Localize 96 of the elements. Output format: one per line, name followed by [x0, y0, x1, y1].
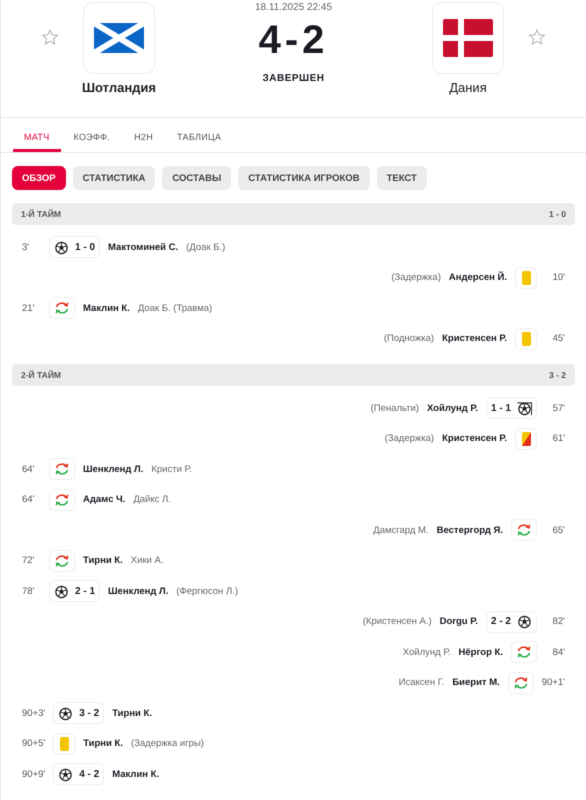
event-note: Доак Б. (Травма) [138, 302, 212, 314]
substitution-icon [54, 554, 70, 568]
star-icon[interactable] [528, 28, 546, 46]
flag-icon [442, 19, 493, 57]
event-note: (Доак Б.) [186, 242, 226, 253]
team-logo[interactable] [432, 2, 504, 74]
tab[interactable]: H2H [123, 118, 164, 152]
score-text: 2 - 2 [490, 616, 511, 628]
period-title: 1-Й ТАЙМ [21, 209, 62, 219]
player-name[interactable]: Тирни К. [112, 708, 152, 719]
event-minute: 10' [552, 272, 565, 284]
event-minute: 90+5' [22, 738, 46, 750]
score-text: 4 - 2 [79, 768, 100, 780]
event-minute: 90+3' [22, 708, 46, 719]
ball-icon [54, 240, 69, 255]
event-minute: 72' [22, 555, 36, 566]
event-note: Хики А. [130, 555, 164, 566]
event-minute: 61' [552, 433, 565, 444]
player-name[interactable]: Нёргор К. [458, 646, 503, 658]
filter-pill[interactable]: ОБЗОР [12, 166, 66, 190]
event-minute: 21' [22, 302, 36, 314]
event-minute: 90+9' [22, 768, 46, 780]
match-score: 4-2 [258, 17, 328, 63]
score-text: 1 - 0 [75, 242, 96, 253]
event-note: (Подножка) [384, 333, 434, 344]
player-name[interactable]: Биерит М. [452, 677, 500, 688]
match-datetime: 18.11.2025 22:45 [254, 2, 332, 13]
event-minute: 78' [22, 586, 36, 597]
event-note: Исаксен Г. [398, 677, 444, 688]
second-card-icon [522, 432, 530, 446]
team-logo[interactable] [83, 2, 155, 74]
player-name[interactable]: Вестергорд Я. [436, 524, 503, 536]
player-name[interactable]: Тирни К. [83, 555, 123, 566]
score-text: 3 - 2 [79, 708, 100, 719]
ball-icon [58, 766, 74, 782]
card-icon [522, 332, 530, 346]
tab[interactable]: КОЭФФ. [62, 118, 122, 152]
player-name[interactable]: Маклин К. [112, 768, 160, 780]
player-name[interactable]: Dorgu P. [440, 616, 478, 628]
player-name[interactable]: Шенкленд Л. [83, 464, 144, 475]
filter-pill[interactable]: СОСТАВЫ [162, 166, 232, 190]
event-minute: 90+1' [542, 677, 565, 688]
event-note: Хойлунд Р. [402, 646, 451, 658]
event-minute: 45' [552, 333, 565, 344]
card-icon [522, 270, 530, 285]
event-note: Дамсгард М. [373, 524, 429, 536]
event-note: Кристи Р. [151, 464, 192, 475]
event-minute: 65' [552, 524, 565, 536]
player-name[interactable]: Мактоминей С. [108, 242, 178, 253]
substitution-icon [516, 523, 532, 538]
star-icon[interactable] [41, 28, 59, 46]
event-minute: 84' [552, 646, 565, 658]
player-name[interactable]: Андерсен Й. [448, 272, 507, 284]
event-note: (Задержка) [384, 433, 434, 444]
player-name[interactable]: Шенкленд Л. [108, 586, 168, 597]
substitution-icon [516, 645, 532, 660]
flag-icon [94, 23, 144, 53]
ball-icon [517, 614, 532, 630]
substitution-icon [54, 492, 70, 507]
event-note: Дайкс Л. [133, 494, 171, 506]
event-minute: 3' [22, 242, 30, 253]
player-name[interactable]: Адамс Ч. [83, 494, 126, 506]
player-name[interactable]: Хойлунд Р. [426, 402, 478, 414]
event-minute: 64' [22, 464, 36, 475]
period-score: 3 - 2 [548, 370, 566, 380]
ball-icon [54, 584, 69, 599]
event-note: (Задержка игры) [130, 738, 204, 750]
event-note: (Задержка) [391, 272, 441, 284]
event-minute: 64' [22, 494, 36, 506]
player-name[interactable]: Кристенсен Р. [442, 333, 507, 344]
tab[interactable]: ТАБЛИЦА [166, 118, 232, 152]
ball-in-net-icon [517, 400, 532, 416]
score-text: 1 - 1 [490, 402, 511, 414]
score-text: 2 - 1 [75, 586, 96, 597]
period-title: 2-Й ТАЙМ [21, 370, 62, 380]
player-name[interactable]: Тирни К. [83, 738, 123, 750]
card-icon [60, 736, 69, 751]
player-name[interactable]: Маклин К. [83, 302, 130, 314]
event-note: (Фергюсон Л.) [176, 586, 238, 597]
player-name[interactable]: Кристенсен Р. [442, 433, 507, 444]
match-status: ЗАВЕРШЕН [262, 73, 324, 84]
filter-pill[interactable]: СТАТИСТИКА ИГРОКОВ [238, 166, 370, 190]
substitution-icon [54, 301, 70, 316]
period-score: 1 - 0 [548, 209, 566, 219]
event-minute: 57' [552, 402, 565, 414]
ball-icon [58, 706, 74, 721]
team-name[interactable]: Дания [449, 80, 487, 95]
event-note: (Пенальти) [370, 402, 419, 414]
team-name[interactable]: Шотландия [82, 80, 156, 95]
substitution-icon [54, 462, 70, 476]
substitution-icon [512, 676, 529, 690]
event-minute: 82' [552, 616, 565, 628]
filter-pill[interactable]: ТЕКСТ [376, 166, 427, 190]
event-note: (Кристенсен А.) [362, 616, 432, 628]
filter-pill[interactable]: СТАТИСТИКА [72, 166, 156, 190]
tab[interactable]: МАТЧ [13, 118, 60, 152]
